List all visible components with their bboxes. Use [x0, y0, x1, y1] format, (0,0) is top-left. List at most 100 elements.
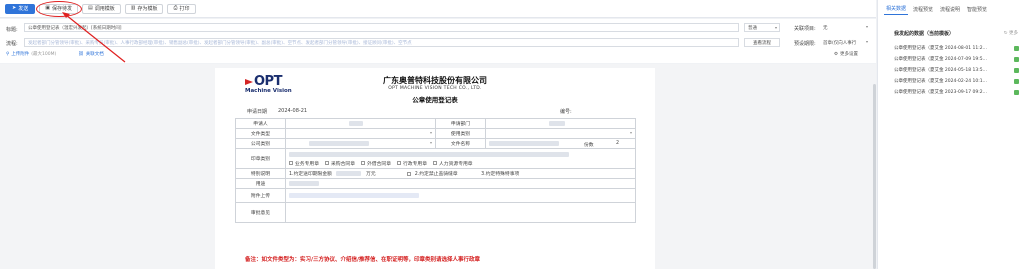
tab-related-data[interactable]: 相关数据 — [884, 4, 909, 15]
title-value: 公章使用登记表（温宏兴发起）[系统日期时间] — [28, 25, 122, 31]
form-table: 申请人 申请部门 文件类型 ▾ 使用类别 ▾ 公司类别 ▾ 文件名称 份数 2 — [235, 118, 636, 223]
list-item[interactable]: 公章使用登记表（夏艾金 2024-08-01 11:2... — [894, 44, 1019, 52]
view-flow-button[interactable]: 查看流程 — [744, 38, 780, 47]
chevron-down-icon: ▾ — [429, 140, 432, 145]
link-icon: ⛓ — [78, 51, 84, 57]
deadline-value: 首章(仅向人事行 — [823, 40, 857, 46]
tab-smart-preview[interactable]: 智能预览 — [965, 4, 989, 15]
chevron-down-icon: ▾ — [865, 39, 868, 44]
document-area: OPT Machine Vision 广东奥普特科技股份有限公司 OPT MAC… — [0, 64, 876, 269]
seal-type-field[interactable]: 业务专用章 采购合同章 外借合同章 行政专用章 人力资源专用章 — [285, 148, 636, 169]
related-value: 无 — [823, 25, 828, 31]
form-paper: OPT Machine Vision 广东奥普特科技股份有限公司 OPT MAC… — [215, 68, 655, 269]
more-label: 更多 — [1009, 31, 1018, 36]
checkbox-purchase-seal[interactable]: 采购合同章 — [325, 160, 355, 167]
special-field[interactable]: 1.约定送印期限金额 万元 2.约定禁止盖骑缝章 3.约定特殊特事项 — [285, 168, 636, 179]
status-badge — [1014, 56, 1019, 62]
table-row: 文件类型 ▾ 使用类别 ▾ — [235, 128, 636, 139]
file-type-select[interactable]: ▾ — [285, 128, 436, 139]
send-button[interactable]: ➤ 发送 — [5, 3, 36, 14]
list-item[interactable]: 公章使用登记表（夏艾金 2024-02-24 10:1... — [894, 77, 1019, 85]
importance-select[interactable]: 普通 ▾ — [744, 23, 780, 32]
settings-icon: ⚙ — [834, 51, 839, 57]
more-settings-link[interactable]: ⚙ 更多设置 — [834, 51, 858, 58]
template-save-icon: ▥ — [130, 5, 136, 11]
checkbox-hr-seal[interactable]: 人力资源专用章 — [433, 160, 473, 167]
special-note-3: 3.约定特殊特事项 — [481, 172, 520, 177]
flow-label: 流程: — [6, 41, 18, 47]
more-link[interactable]: ↻ 更多 — [1004, 30, 1018, 36]
opinion-field[interactable] — [285, 202, 636, 223]
chevron-down-icon: ▾ — [629, 130, 632, 135]
view-flow-label: 查看流程 — [753, 40, 771, 46]
tab-flow-notes[interactable]: 流程说明 — [938, 4, 962, 15]
related-doc-link[interactable]: ⛓ 关联文档 — [78, 51, 104, 58]
related-doc-label: 关联文档 — [85, 52, 104, 57]
title-input[interactable]: 公章使用登记表（温宏兴发起）[系统日期时间] — [24, 23, 739, 32]
status-badge — [1014, 89, 1019, 95]
company-label: 公司类别 — [235, 138, 286, 149]
remark-note: 备注：如文件类型为：实习/三方协议、介绍信/推荐信、在职证明等，印章类别请选择人… — [245, 257, 481, 263]
checkbox-admin-seal[interactable]: 行政专用章 — [397, 160, 427, 167]
special-note-2: 2.约定禁止盖骑缝章 — [414, 172, 458, 177]
flow-input[interactable]: 发起者部门分管领导(审批)、采购专员(审批)、人事行政部经理(审批)、销售副总(… — [24, 38, 739, 47]
tab-flow-preview[interactable]: 流程预览 — [911, 4, 935, 15]
status-badge — [1014, 78, 1019, 84]
special-note-unit: 万元 — [366, 172, 376, 177]
paperclip-icon: ⚲ — [6, 51, 10, 57]
app-window: ➤ 发送 ▣ 保存待发 ▤ 调用模板 ▥ 存为模板 ⎙ 打印 标题: 公章使用登… — [0, 0, 1024, 269]
copies-label: 份数 — [584, 143, 594, 148]
print-button[interactable]: ⎙ 打印 — [167, 3, 196, 14]
company-name-en: OPT MACHINE VISION TECH CO., LTD. — [388, 86, 482, 91]
deadline-label: 预设期限: — [794, 41, 816, 47]
chevron-down-icon: ▾ — [774, 25, 777, 30]
related-label: 关联项目: — [794, 26, 816, 32]
status-badge — [1014, 67, 1019, 73]
related-select[interactable]: 无 ▾ — [820, 23, 870, 32]
file-type-label: 文件类型 — [235, 128, 286, 139]
attachment-field[interactable] — [285, 188, 636, 203]
upload-attachment-link[interactable]: ⚲ 上传附件 (最大100M) — [6, 51, 56, 58]
company-name-cn: 广东奥普特科技股份有限公司 — [383, 76, 487, 85]
company-select[interactable]: ▾ — [285, 138, 436, 149]
list-item[interactable]: 公章使用登记表（夏艾金 2023-09-17 09:2... — [894, 88, 1019, 96]
list-item[interactable]: 公章使用登记表（夏艾金 2024-07-09 19:5... — [894, 55, 1019, 63]
file-name-field[interactable]: 份数 2 — [485, 138, 636, 149]
load-template-button[interactable]: ▤ 调用模板 — [81, 3, 121, 14]
purpose-field[interactable] — [285, 178, 636, 189]
checkbox-business-seal[interactable]: 业务专用章 — [289, 160, 319, 167]
file-name-label: 文件名称 — [435, 138, 486, 149]
template-icon: ▤ — [87, 5, 93, 11]
applicant-field[interactable] — [285, 118, 436, 129]
toolbar: ➤ 发送 ▣ 保存待发 ▤ 调用模板 ▥ 存为模板 ⎙ 打印 — [0, 0, 876, 18]
date-value: 2024-08-21 — [278, 108, 308, 114]
deadline-select[interactable]: 首章(仅向人事行 ▾ — [820, 38, 870, 47]
purpose-label: 用途 — [235, 178, 286, 189]
dept-label: 申请部门 — [435, 118, 486, 129]
chevron-down-icon: ▾ — [865, 24, 868, 29]
use-type-select[interactable]: ▾ — [485, 128, 636, 139]
special-note-1: 1.约定送印期限金额 — [289, 172, 332, 177]
print-icon: ⎙ — [173, 5, 178, 11]
form-header: 标题: 公章使用登记表（温宏兴发起）[系统日期时间] 普通 ▾ 关联项目: 无 … — [0, 19, 876, 63]
attachment-label: 附件上传 — [235, 188, 286, 203]
table-row: 申请人 申请部门 — [235, 118, 636, 129]
checkbox-lend-seal[interactable]: 外借合同章 — [361, 160, 391, 167]
list-item[interactable]: 公章使用登记表（夏艾金 2024-05-18 13:5... — [894, 66, 1019, 74]
right-panel-tabs: 相关数据 流程预览 流程说明 智能预览 — [878, 3, 1024, 15]
importance-value: 普通 — [748, 25, 757, 31]
load-template-label: 调用模板 — [94, 6, 115, 12]
flow-value: 发起者部门分管领导(审批)、采购专员(审批)、人事行政部经理(审批)、销售副总(… — [28, 40, 412, 46]
upload-label: 上传附件 — [11, 52, 30, 57]
use-type-label: 使用类别 — [435, 128, 486, 139]
table-row: 特别说明 1.约定送印期限金额 万元 2.约定禁止盖骑缝章 3.约定特殊特事项 — [235, 168, 636, 179]
save-as-template-button[interactable]: ▥ 存为模板 — [124, 3, 164, 14]
title-label: 标题: — [6, 27, 18, 33]
table-row: 附件上传 — [235, 188, 636, 203]
table-row: 用途 — [235, 178, 636, 189]
dept-field[interactable] — [485, 118, 636, 129]
send-label: 发送 — [18, 6, 29, 12]
checkbox-no-seam[interactable] — [407, 171, 412, 176]
scrollbar[interactable] — [873, 84, 876, 269]
table-row: 审批意见 — [235, 202, 636, 223]
